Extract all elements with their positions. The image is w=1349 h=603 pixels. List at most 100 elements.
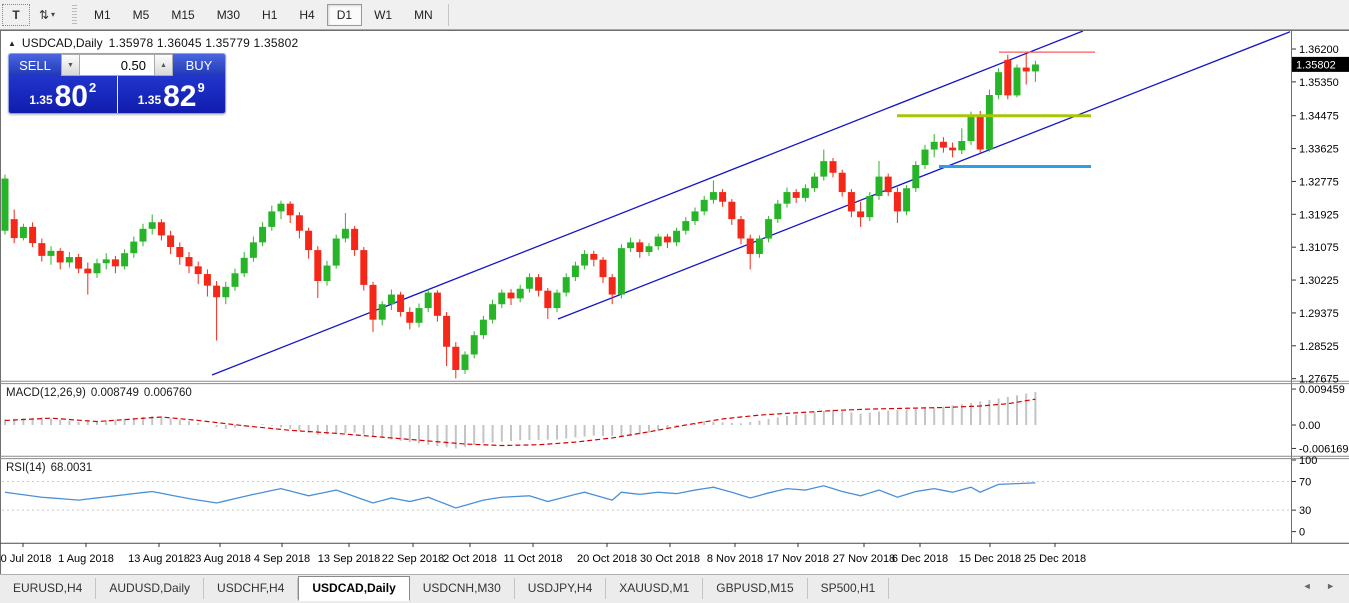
volume-increase-button[interactable]: ▲ [154, 54, 173, 76]
tab-scroll-left-button[interactable]: ◄ [1303, 581, 1318, 591]
macd-name: MACD(12,26,9) [6, 387, 86, 399]
timeframe-group: M1M5M15M30H1H4D1W1MN [83, 4, 444, 26]
sell-button[interactable]: SELL [9, 54, 61, 76]
svg-text:-0.006169: -0.006169 [1299, 443, 1349, 455]
svg-text:25 Dec 2018: 25 Dec 2018 [1024, 553, 1086, 565]
sell-price-sup: 2 [89, 80, 96, 95]
svg-text:70: 70 [1299, 476, 1311, 488]
toolbar-separator [448, 4, 449, 26]
svg-text:30 Oct 2018: 30 Oct 2018 [640, 553, 700, 565]
svg-text:1.31075: 1.31075 [1299, 242, 1339, 254]
macd-main-value: 0.008749 [91, 387, 139, 399]
svg-text:1.31925: 1.31925 [1299, 209, 1339, 221]
svg-text:15 Dec 2018: 15 Dec 2018 [959, 553, 1021, 565]
chevron-down-icon: ▾ [51, 10, 55, 19]
svg-text:27 Nov 2018: 27 Nov 2018 [833, 553, 895, 565]
svg-text:0.009459: 0.009459 [1299, 384, 1345, 396]
time-axis[interactable]: 20 Jul 2018 1 Aug 2018 13 Aug 201823 Aug 2… [0, 543, 1086, 565]
svg-text:1.35802: 1.35802 [1296, 59, 1336, 71]
tab-scroll-arrows: ◄ ► [1303, 581, 1341, 591]
svg-text:0.00: 0.00 [1299, 420, 1320, 432]
timeframe-button-mn[interactable]: MN [404, 4, 443, 26]
rsi-value: 68.0031 [51, 462, 93, 474]
arrange-icon: ⇅ [39, 8, 49, 22]
svg-text:1.28525: 1.28525 [1299, 341, 1339, 353]
svg-text:1.35350: 1.35350 [1299, 77, 1339, 89]
svg-text:1.30225: 1.30225 [1299, 275, 1339, 287]
timeframe-button-m15[interactable]: M15 [161, 4, 204, 26]
chart-ohlc-values: 1.35978 1.36045 1.35779 1.35802 [109, 36, 299, 50]
svg-text:1.36200: 1.36200 [1299, 44, 1339, 56]
macd-label: MACD(12,26,9) 0.008749 0.006760 [6, 387, 192, 399]
svg-text:13 Sep 2018: 13 Sep 2018 [318, 553, 380, 565]
svg-text:1.29375: 1.29375 [1299, 308, 1339, 320]
svg-text:1.34475: 1.34475 [1299, 111, 1339, 123]
buy-price-sup: 9 [198, 80, 205, 95]
one-click-trading-panel: SELL ▼ 0.50 ▲ BUY 1.35 80 2 1.35 82 9 [8, 53, 226, 114]
svg-text:23 Aug 2018: 23 Aug 2018 [189, 553, 251, 565]
buy-price-big: 82 [163, 83, 196, 111]
mt4-window: T ⇅ ▾ M1M5M15M30H1H4D1W1MN 1.36200 1.3535… [0, 0, 1349, 603]
sell-price-prefix: 1.35 [29, 93, 52, 107]
collapse-icon[interactable]: ▲ [8, 39, 16, 48]
hlines-layer [897, 52, 1095, 166]
svg-text:11 Oct 2018: 11 Oct 2018 [503, 553, 562, 565]
symbol-tabs: EURUSD,H4AUDUSD,DailyUSDCHF,H4USDCAD,Dai… [0, 575, 889, 601]
toolbar-grip [72, 5, 77, 25]
trendlines-layer [212, 31, 1292, 375]
svg-text:20 Oct 2018: 20 Oct 2018 [577, 553, 637, 565]
rsi-layer [2, 481, 1290, 510]
buy-price-button[interactable]: 1.35 82 9 [118, 76, 226, 113]
svg-text:1.33625: 1.33625 [1299, 144, 1339, 156]
svg-text:20 Jul 2018: 20 Jul 2018 [0, 553, 51, 565]
chart-tab-audusd[interactable]: AUDUSD,Daily [96, 578, 204, 599]
chart-tab-sp500[interactable]: SP500,H1 [808, 578, 890, 599]
chart-tab-usdcad[interactable]: USDCAD,Daily [298, 576, 409, 601]
timeframe-button-m30[interactable]: M30 [207, 4, 250, 26]
macd-signal-value: 0.006760 [144, 387, 192, 399]
chart-tab-usdcnh[interactable]: USDCNH,M30 [410, 578, 515, 599]
timeframe-button-w1[interactable]: W1 [364, 4, 402, 26]
rsi-label: RSI(14) 68.0031 [6, 462, 92, 474]
svg-text:2 Oct 2018: 2 Oct 2018 [443, 553, 497, 565]
chart-title: ▲ USDCAD,Daily 1.35978 1.36045 1.35779 1… [8, 36, 298, 50]
sell-price-button[interactable]: 1.35 80 2 [9, 76, 117, 113]
arrange-charts-button[interactable]: ⇅ ▾ [34, 5, 60, 25]
tab-scroll-right-button[interactable]: ► [1326, 581, 1341, 591]
rsi-axis[interactable]: 100 70 30 0 [1292, 455, 1317, 539]
macd-layer [5, 392, 1035, 449]
svg-text:8 Nov 2018: 8 Nov 2018 [707, 553, 763, 565]
buy-button[interactable]: BUY [173, 54, 225, 76]
timeframe-button-m5[interactable]: M5 [123, 4, 160, 26]
symbol-tabbar: EURUSD,H4AUDUSD,DailyUSDCHF,H4USDCAD,Dai… [0, 574, 1349, 603]
text-tool-button[interactable]: T [2, 4, 30, 26]
volume-input[interactable]: 0.50 [80, 54, 154, 76]
svg-text:6 Dec 2018: 6 Dec 2018 [892, 553, 948, 565]
chart-tab-xauusd[interactable]: XAUUSD,M1 [606, 578, 703, 599]
volume-stepper: ▼ 0.50 ▲ [61, 54, 173, 76]
svg-text:4 Sep 2018: 4 Sep 2018 [254, 553, 310, 565]
svg-text:1 Aug 2018: 1 Aug 2018 [58, 553, 114, 565]
macd-axis[interactable]: 0.009459 0.00 -0.006169 [1292, 384, 1349, 455]
svg-text:17 Nov 2018: 17 Nov 2018 [767, 553, 829, 565]
svg-text:30: 30 [1299, 505, 1311, 517]
toolbar: T ⇅ ▾ M1M5M15M30H1H4D1W1MN [0, 0, 1349, 30]
rsi-name: RSI(14) [6, 462, 46, 474]
chart-tab-eurusd[interactable]: EURUSD,H4 [0, 578, 96, 599]
volume-decrease-button[interactable]: ▼ [61, 54, 80, 76]
chart-tab-usdjpy[interactable]: USDJPY,H4 [515, 578, 606, 599]
svg-text:13 Aug 2018: 13 Aug 2018 [128, 553, 190, 565]
svg-text:22 Sep 2018: 22 Sep 2018 [382, 553, 444, 565]
timeframe-button-h1[interactable]: H1 [252, 4, 287, 26]
chart-symbol-label: USDCAD,Daily [22, 36, 103, 50]
timeframe-button-m1[interactable]: M1 [84, 4, 121, 26]
chart-tab-usdchf[interactable]: USDCHF,H4 [204, 578, 298, 599]
timeframe-button-h4[interactable]: H4 [289, 4, 324, 26]
svg-text:1.32775: 1.32775 [1299, 176, 1339, 188]
price-axis[interactable]: 1.36200 1.35350 1.34475 1.33625 1.32775 1.319… [1292, 44, 1349, 386]
buy-price-prefix: 1.35 [138, 93, 161, 107]
svg-text:0: 0 [1299, 527, 1305, 539]
chart-tab-gbpusd[interactable]: GBPUSD,M15 [703, 578, 807, 599]
timeframe-button-d1[interactable]: D1 [327, 4, 362, 26]
svg-text:100: 100 [1299, 455, 1317, 467]
